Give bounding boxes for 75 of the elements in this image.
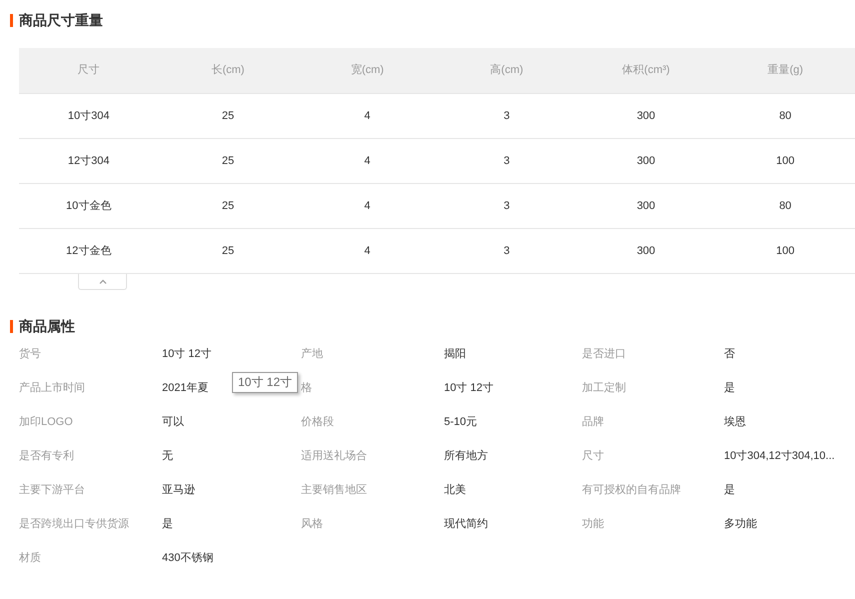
table-cell-text: 100 bbox=[775, 244, 796, 259]
attribute-value: 北美 bbox=[444, 482, 466, 498]
table-cell-text: 25 bbox=[220, 108, 236, 124]
attribute-label: 风格 bbox=[301, 517, 323, 532]
table-cell-text: 300 bbox=[636, 244, 656, 259]
attribute-value: 10寸 12寸 bbox=[444, 381, 494, 396]
attribute-value: 430不锈钢 bbox=[162, 551, 214, 566]
attribute-value: 2021年夏 bbox=[162, 381, 208, 396]
table-cell-text: 3 bbox=[502, 154, 511, 169]
attribute-label: 价格段 bbox=[301, 415, 334, 430]
attribute-label: 是否进口 bbox=[582, 347, 626, 362]
table-cell-text: 3 bbox=[502, 198, 511, 214]
table-cell-text: 100 bbox=[775, 154, 796, 169]
table-cell-text: 80 bbox=[778, 108, 792, 124]
attribute-value: 5-10元 bbox=[444, 415, 478, 430]
attribute-label: 适用送礼场合 bbox=[301, 448, 367, 464]
attribute-value: 所有地方 bbox=[444, 448, 488, 464]
table-cell-text: 12寸金色 bbox=[65, 244, 112, 259]
attribute-label: 材质 bbox=[19, 551, 41, 566]
attribute-label: 格 bbox=[301, 381, 312, 396]
tooltip: 10寸 12寸 bbox=[232, 372, 298, 393]
table-cell-text: 25 bbox=[220, 198, 236, 214]
attribute-value: 10寸 12寸 bbox=[162, 347, 212, 362]
table-cell-text: 10寸304 bbox=[66, 108, 110, 124]
table-cell-text: 300 bbox=[636, 154, 656, 169]
table-cell-text: 3 bbox=[502, 108, 511, 124]
attribute-label: 品牌 bbox=[582, 415, 604, 430]
section-title: 商品尺寸重量 bbox=[19, 11, 103, 30]
attribute-label: 是否跨境出口专供货源 bbox=[19, 516, 129, 532]
table-cell-text: 25 bbox=[220, 154, 236, 169]
attribute-value: 可以 bbox=[162, 415, 184, 430]
table-cell-text: 4 bbox=[363, 244, 372, 259]
attribute-label: 加工定制 bbox=[582, 380, 626, 396]
column-header: 宽(cm) bbox=[350, 62, 385, 78]
table-cell-text: 3 bbox=[502, 244, 511, 259]
section-marker bbox=[10, 320, 13, 333]
attribute-label: 加印LOGO bbox=[19, 415, 73, 430]
table-cell-text: 80 bbox=[778, 198, 792, 214]
attribute-value: 揭阳 bbox=[444, 347, 466, 362]
attribute-label: 主要销售地区 bbox=[301, 482, 367, 498]
attribute-value: 埃恩 bbox=[724, 415, 746, 430]
attribute-label: 主要下游平台 bbox=[19, 482, 85, 498]
attribute-value: 是 bbox=[724, 483, 735, 498]
attribute-label: 是否有专利 bbox=[19, 449, 74, 464]
table-cell-text: 4 bbox=[363, 154, 372, 169]
attribute-value: 无 bbox=[162, 449, 173, 464]
column-header: 高(cm) bbox=[489, 62, 524, 78]
chevron-up-icon bbox=[98, 279, 106, 284]
table-cell-text: 12寸304 bbox=[66, 154, 110, 169]
attribute-label: 货号 bbox=[19, 347, 41, 362]
attribute-label: 产品上市时间 bbox=[19, 380, 85, 396]
attribute-value: 亚马逊 bbox=[162, 483, 195, 498]
column-header: 尺寸 bbox=[76, 63, 101, 78]
collapse-button[interactable] bbox=[78, 274, 127, 290]
attribute-label: 尺寸 bbox=[582, 449, 604, 464]
column-header: 重量(g) bbox=[766, 63, 804, 78]
attribute-label: 功能 bbox=[582, 517, 604, 532]
attribute-value: 否 bbox=[724, 347, 735, 362]
column-header: 体积(cm³) bbox=[621, 63, 671, 78]
column-header: 长(cm) bbox=[210, 63, 246, 78]
section-marker bbox=[10, 14, 13, 27]
attribute-label: 有可授权的自有品牌 bbox=[582, 483, 681, 498]
table-cell-text: 10寸金色 bbox=[65, 198, 112, 214]
attribute-value: 10寸304,12寸304,10... bbox=[724, 449, 835, 464]
section-title: 商品属性 bbox=[19, 317, 75, 336]
attribute-value: 是 bbox=[162, 517, 173, 532]
attribute-value: 现代简约 bbox=[444, 517, 488, 532]
attribute-label: 产地 bbox=[301, 346, 323, 362]
table-cell-text: 25 bbox=[220, 244, 236, 259]
attribute-value: 多功能 bbox=[724, 517, 757, 532]
table-cell-text: 4 bbox=[363, 198, 372, 214]
table-cell-text: 300 bbox=[636, 198, 656, 214]
table-cell-text: 4 bbox=[363, 108, 372, 124]
table-cell-text: 300 bbox=[636, 108, 656, 124]
attribute-value: 是 bbox=[724, 381, 735, 396]
